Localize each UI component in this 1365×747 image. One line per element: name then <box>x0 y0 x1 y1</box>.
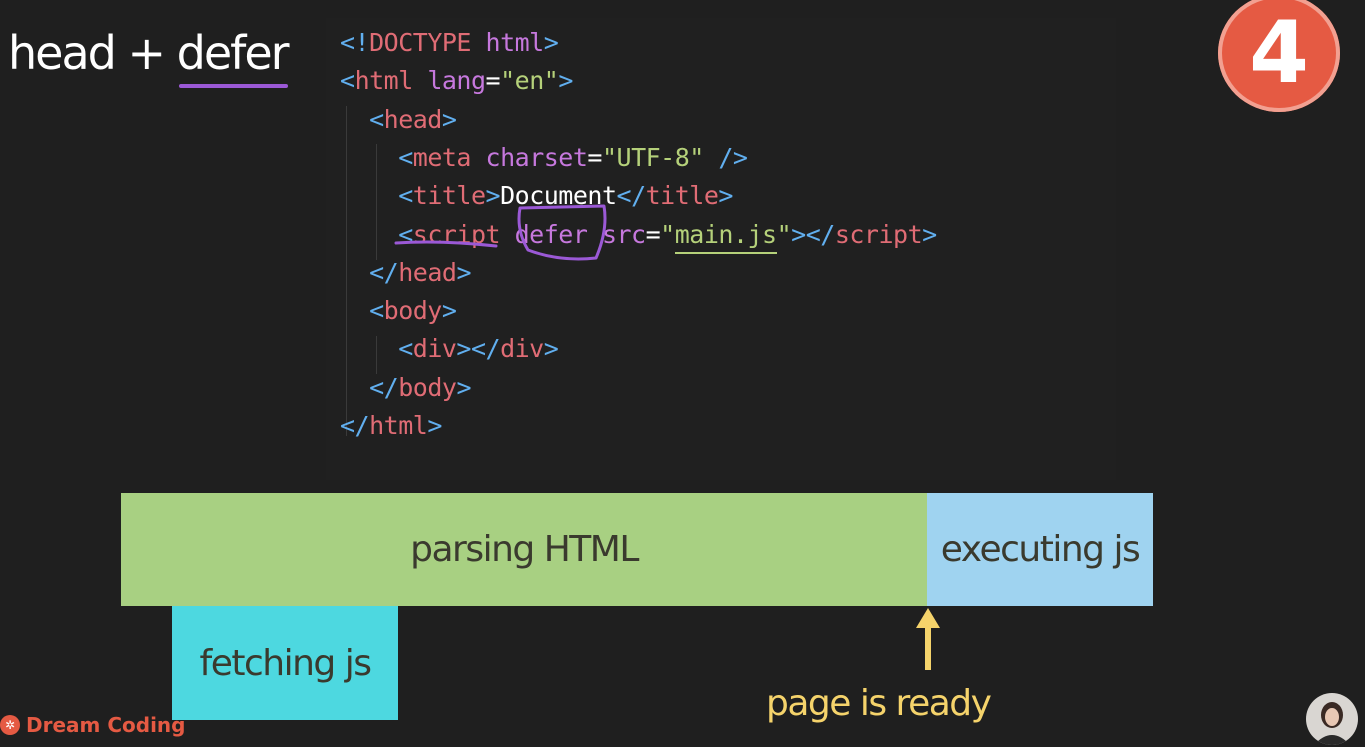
executing-js-bar: executing js <box>927 493 1153 606</box>
code-line: <html lang="en"> <box>340 66 573 95</box>
code-token: ></ <box>791 219 835 249</box>
code-token: > <box>456 372 471 402</box>
code-token: </ <box>616 181 647 211</box>
dream-coding-logo-icon: ✲ <box>0 715 20 735</box>
code-token: > <box>543 334 559 364</box>
title-prefix: head + <box>8 26 177 80</box>
code-token: = <box>485 66 501 96</box>
code-token: main.js <box>674 219 777 249</box>
code-token: script <box>412 219 501 249</box>
code-line: <div></div> <box>340 334 559 364</box>
code-token: head <box>383 104 443 134</box>
code-token: > <box>485 181 501 211</box>
code-line: <script defer src="main.js"></script> <box>340 220 937 249</box>
code-line: <!DOCTYPE html> <box>340 28 559 57</box>
code-token: "en" <box>500 66 559 96</box>
code-line: <head> <box>340 104 457 134</box>
code-line: <body> <box>340 296 457 326</box>
code-token: "UTF-8" <box>601 142 704 172</box>
avatar-silhouette-icon <box>1314 702 1350 745</box>
code-token: > <box>543 28 559 57</box>
step-badge: 4 <box>1218 0 1340 112</box>
code-line: </head> <box>340 258 471 287</box>
code-token: /> <box>703 142 748 172</box>
code-token: ></ <box>456 334 501 364</box>
code-token: = <box>645 219 661 249</box>
code-token: Document <box>500 181 617 211</box>
code-token: > <box>427 411 442 440</box>
code-token: < <box>340 219 413 249</box>
code-token: < <box>340 334 413 364</box>
code-token: body <box>383 296 443 326</box>
brand-watermark: ✲ Dream Coding <box>0 713 185 737</box>
code-token: <! <box>340 28 370 57</box>
code-token: script <box>834 219 923 249</box>
page-ready-arrow-icon <box>916 608 940 670</box>
code-token: < <box>340 181 413 211</box>
slide-title: head + defer <box>8 26 290 88</box>
fetching-js-bar: fetching js <box>172 606 398 720</box>
code-token: charset <box>470 142 588 172</box>
code-token: > <box>441 296 457 326</box>
code-token: < <box>340 296 384 326</box>
code-line: <meta charset="UTF-8" /> <box>340 142 748 172</box>
code-token: > <box>718 181 733 211</box>
code-token: </ <box>340 257 399 287</box>
code-token: lang <box>412 66 486 96</box>
brand-name: Dream Coding <box>26 713 186 737</box>
code-token: > <box>441 104 457 134</box>
code-token: </ <box>340 411 370 440</box>
code-token: html <box>354 66 414 96</box>
code-token: meta <box>412 142 472 172</box>
code-token: " <box>660 219 675 249</box>
code-token: < <box>340 104 384 134</box>
code-token: </ <box>340 372 399 402</box>
code-token: > <box>456 257 471 287</box>
code-line: <title>Document</title> <box>340 181 733 210</box>
code-token: > <box>558 66 573 96</box>
code-token: src <box>587 219 646 249</box>
code-token: DOCTYPE <box>369 28 471 57</box>
code-token: title <box>412 181 486 211</box>
code-line: </html> <box>340 411 442 440</box>
code-token: = <box>587 142 602 172</box>
code-token: head <box>398 257 457 287</box>
presenter-avatar <box>1306 693 1358 745</box>
code-token: title <box>645 181 719 211</box>
code-token: div <box>412 334 457 364</box>
code-token: defer <box>500 219 588 249</box>
code-panel: <!DOCTYPE html> <html lang="en"> <head> <… <box>326 18 1116 480</box>
code-token: < <box>340 66 355 96</box>
code-token: html <box>369 411 428 440</box>
code-token: < <box>340 142 413 172</box>
code-token: body <box>398 372 457 402</box>
code-token: div <box>500 334 544 364</box>
code-token: html <box>470 28 545 57</box>
parsing-html-bar: parsing HTML <box>121 493 927 606</box>
code-token: > <box>922 219 937 249</box>
code-line: </body> <box>340 373 471 402</box>
code-token: " <box>776 219 792 249</box>
title-emphasis: defer <box>176 26 290 88</box>
page-ready-label: page is ready <box>766 683 992 724</box>
